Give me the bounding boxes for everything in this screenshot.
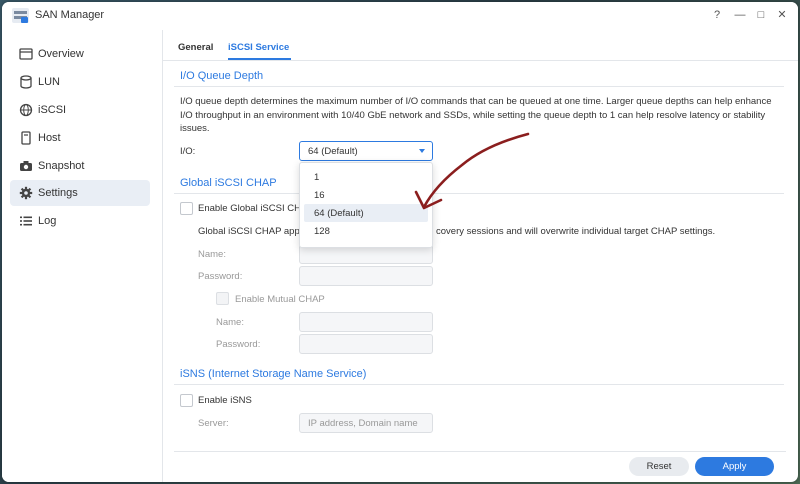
annotation-arrow-icon: [414, 132, 530, 210]
